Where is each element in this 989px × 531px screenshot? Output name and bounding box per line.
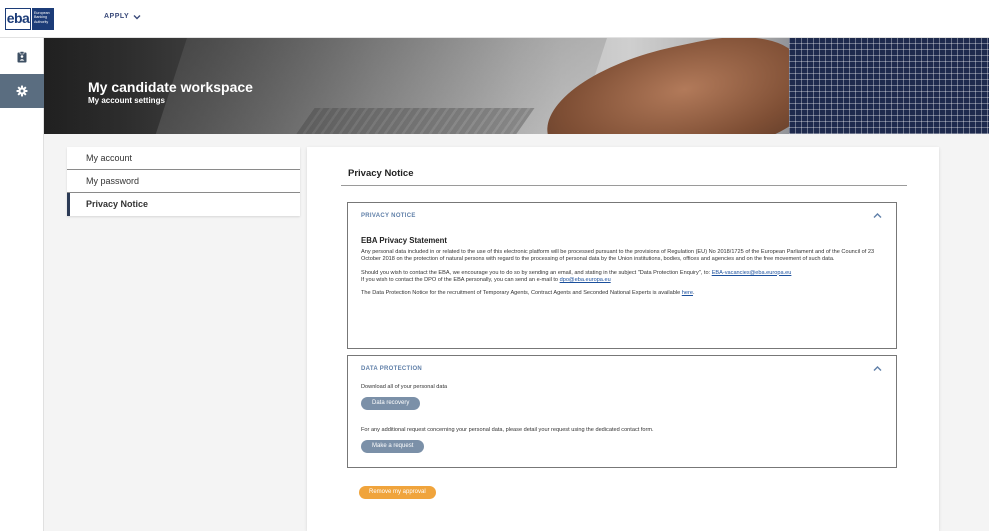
- side-menu-item-privacy-notice[interactable]: Privacy Notice: [67, 193, 300, 216]
- page-title: My candidate workspace: [88, 79, 253, 95]
- left-rail: [0, 38, 44, 531]
- notice-end: .: [692, 290, 695, 297]
- statement-title: EBA Privacy Statement: [361, 236, 447, 245]
- privacy-paragraph: Any personal data included in or related…: [361, 249, 875, 263]
- gear-icon: [16, 85, 28, 97]
- notice-text: The Data Protection Notice for the recru…: [361, 290, 682, 297]
- apply-menu[interactable]: APPLY: [104, 13, 141, 20]
- privacy-notice-section: PRIVACY NOTICE EBA Privacy Statement Any…: [347, 202, 897, 349]
- remove-approval-button[interactable]: Remove my approval: [359, 486, 436, 499]
- settings-side-menu: My account My password Privacy Notice: [67, 147, 300, 216]
- dpo-email-link[interactable]: dpo@eba.europa.eu: [560, 277, 611, 283]
- panel-divider: [341, 185, 907, 186]
- logo-text-box: European Banking Authority: [32, 8, 54, 30]
- data-section-body: Download all of your personal data Data …: [361, 384, 884, 454]
- side-menu-item-my-password[interactable]: My password: [67, 170, 300, 193]
- privacy-section-body: EBA Privacy Statement Any personal data …: [361, 236, 884, 297]
- clipboard-icon: [17, 51, 27, 63]
- request-text: For any additional request concerning yo…: [361, 427, 654, 434]
- section-heading-data-protection: DATA PROTECTION: [361, 366, 423, 372]
- hero-banner: My candidate workspace My account settin…: [44, 38, 989, 134]
- contact-paragraph: Should you wish to contact the EBA, we e…: [361, 270, 884, 277]
- side-menu-item-my-account[interactable]: My account: [67, 147, 300, 170]
- logo-wordmark: eba: [5, 8, 31, 30]
- contact-text: Should you wish to contact the EBA, we e…: [361, 269, 712, 276]
- make-request-button[interactable]: Make a request: [361, 440, 425, 454]
- data-protection-section: DATA PROTECTION Download all of your per…: [347, 355, 897, 468]
- section-heading-privacy: PRIVACY NOTICE: [361, 213, 416, 219]
- notice-paragraph: The Data Protection Notice for the recru…: [361, 290, 884, 297]
- dpo-paragraph: If you wish to contact the DPO of the EB…: [361, 277, 884, 284]
- contact-email-link[interactable]: EBA-vacancies@eba.europa.eu: [712, 270, 792, 276]
- dpo-text: If you wish to contact the DPO of the EB…: [361, 276, 560, 283]
- chevron-up-icon[interactable]: [873, 212, 882, 219]
- page-subtitle: My account settings: [88, 96, 165, 105]
- chevron-up-icon[interactable]: [873, 365, 882, 372]
- eba-logo[interactable]: eba European Banking Authority: [5, 5, 54, 33]
- data-recovery-button[interactable]: Data recovery: [361, 397, 421, 411]
- chevron-down-icon: [133, 14, 141, 19]
- rail-item-applications[interactable]: [0, 40, 44, 74]
- rail-item-settings[interactable]: [0, 74, 44, 108]
- notice-here-link[interactable]: here: [682, 290, 693, 296]
- top-bar: eba European Banking Authority APPLY: [0, 0, 989, 38]
- privacy-notice-panel: Privacy Notice PRIVACY NOTICE EBA Privac…: [307, 147, 939, 531]
- apply-menu-label: APPLY: [104, 13, 130, 20]
- logo-line-3: Authority: [34, 19, 49, 24]
- download-text: Download all of your personal data: [361, 384, 448, 390]
- panel-title: Privacy Notice: [348, 168, 414, 179]
